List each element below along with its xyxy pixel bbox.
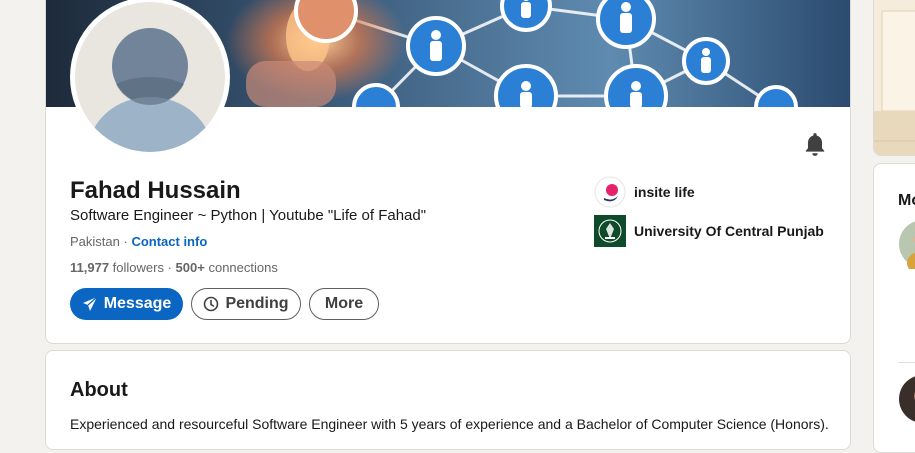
separator: · bbox=[167, 260, 176, 275]
separator: · bbox=[119, 234, 132, 249]
org-name: insite life bbox=[634, 184, 695, 200]
org-university-of-central-punjab[interactable]: University Of Central Punjab bbox=[594, 215, 824, 247]
person-avatar-icon[interactable] bbox=[898, 374, 915, 424]
about-text: Experienced and resourceful Software Eng… bbox=[70, 416, 829, 432]
location-text: Pakistan bbox=[70, 234, 120, 249]
about-section: About Experienced and resourceful Softwa… bbox=[45, 350, 851, 450]
sidebar-people-card: Mo bbox=[873, 163, 915, 453]
pending-button[interactable]: Pending bbox=[191, 288, 301, 320]
divider bbox=[898, 362, 915, 363]
message-label: Message bbox=[103, 295, 172, 312]
profile-headline: Software Engineer ~ Python | Youtube "Li… bbox=[70, 207, 427, 224]
profile-card: Fahad Hussain Software Engineer ~ Python… bbox=[45, 0, 851, 344]
profile-avatar[interactable] bbox=[70, 0, 230, 157]
profile-name: Fahad Hussain bbox=[70, 177, 241, 204]
followers-label: followers bbox=[112, 260, 164, 275]
sidebar-title: Mo bbox=[898, 192, 915, 209]
more-label: More bbox=[324, 295, 364, 312]
contact-info-link[interactable]: Contact info bbox=[131, 234, 207, 249]
ucp-logo-icon bbox=[594, 215, 626, 247]
person-avatar-icon[interactable] bbox=[898, 219, 915, 269]
more-button[interactable]: More bbox=[309, 288, 379, 320]
default-avatar-icon bbox=[75, 2, 225, 152]
clock-icon bbox=[204, 296, 219, 312]
connections-label[interactable]: connections bbox=[208, 260, 277, 275]
network-stats: 11,977 followers · 500+ connections bbox=[70, 260, 278, 275]
connections-count[interactable]: 500+ bbox=[176, 260, 205, 275]
sidebar-ad-card[interactable] bbox=[873, 0, 915, 156]
notification-bell-icon[interactable] bbox=[802, 131, 828, 157]
about-title: About bbox=[70, 379, 128, 401]
insite-life-logo-icon bbox=[594, 176, 626, 208]
followers-count: 11,977 bbox=[70, 260, 110, 275]
send-icon bbox=[82, 296, 98, 311]
pending-label: Pending bbox=[225, 295, 289, 312]
org-name: University Of Central Punjab bbox=[634, 223, 824, 239]
message-button[interactable]: Message bbox=[70, 288, 183, 320]
room-photo-image bbox=[874, 0, 915, 155]
org-insite-life[interactable]: insite life bbox=[594, 176, 695, 208]
location-line: Pakistan · Contact info bbox=[70, 234, 207, 249]
